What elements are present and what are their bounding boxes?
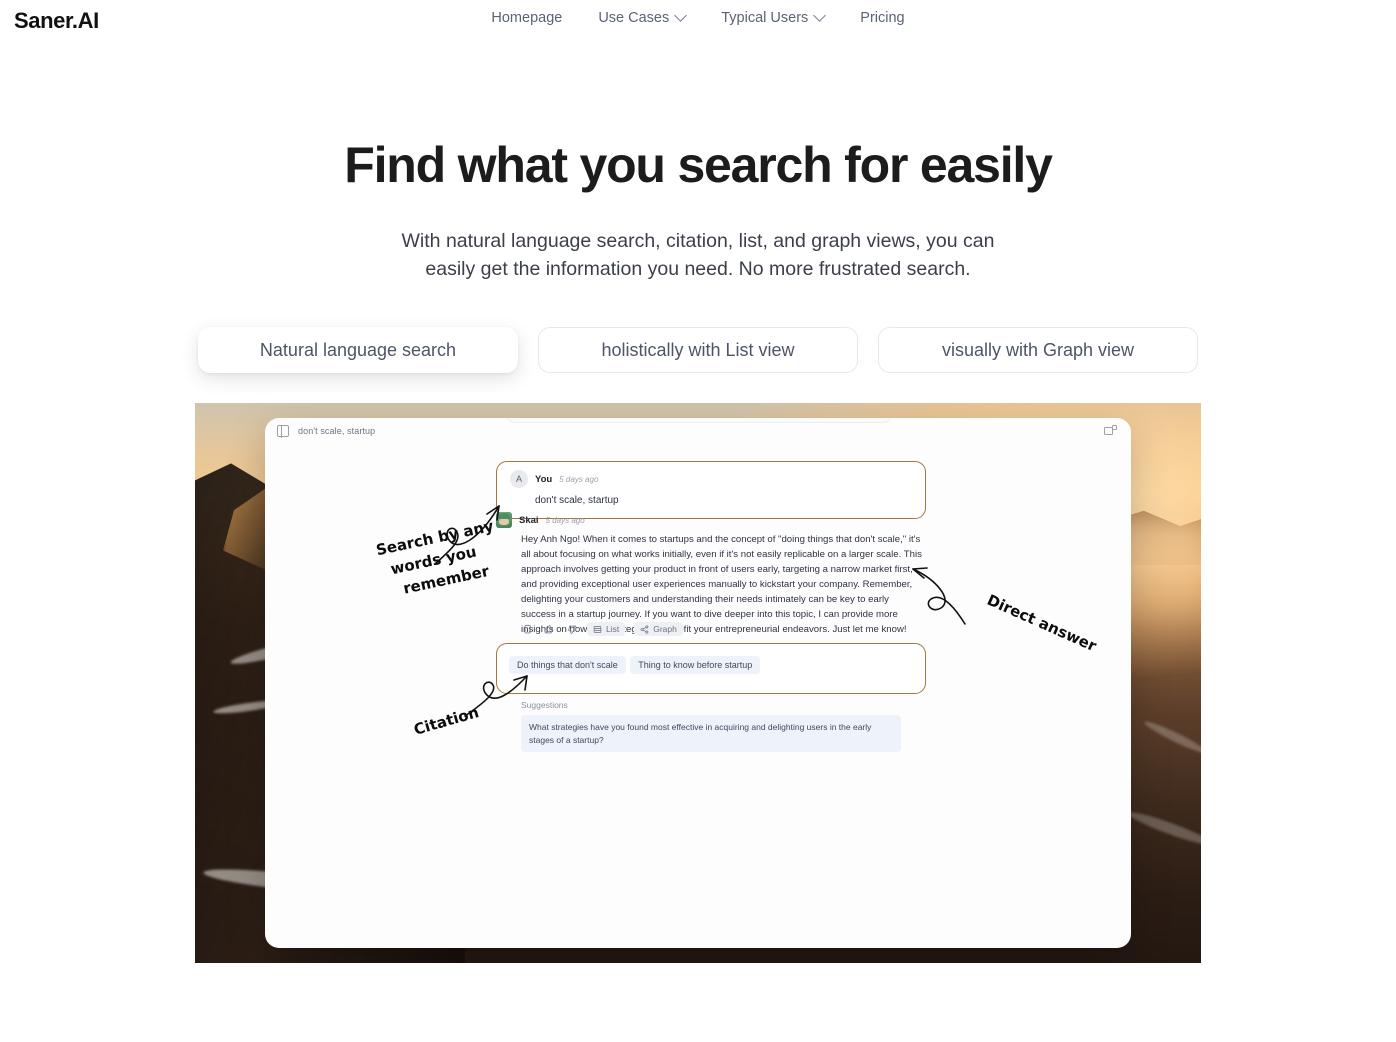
list-view-label: List — [606, 624, 620, 635]
tab-label: holistically with List view — [601, 339, 795, 360]
nav-label: Use Cases — [598, 10, 670, 26]
nav-label: Typical Users — [721, 10, 809, 26]
graph-icon — [640, 625, 649, 634]
chat-area: A You 5 days ago don't scale, startup Sk… — [265, 418, 1131, 752]
new-window-icon[interactable] — [1104, 425, 1117, 436]
showcase-panel: don't scale, startup A You 5 days ago do… — [195, 403, 1201, 964]
suggestions-label: Suggestions — [521, 700, 568, 711]
user-message-text: don't scale, startup — [535, 495, 619, 507]
avatar — [496, 512, 512, 529]
nav-label: Pricing — [860, 10, 905, 26]
new-window-icon-front — [1112, 425, 1117, 431]
site-header: Saner.AI Homepage Use Cases Typical User… — [0, 0, 1396, 42]
chevron-down-icon — [813, 8, 827, 22]
user-message-header: A You 5 days ago — [510, 470, 912, 489]
user-message-card: A You 5 days ago don't scale, startup — [496, 461, 926, 520]
annotation-direct-answer: Direct answer — [984, 591, 1100, 656]
graph-view-label: Graph — [653, 624, 677, 635]
message-timestamp: 5 days ago — [559, 474, 599, 484]
citation-box: Do things that don't scale Thing to know… — [496, 643, 926, 695]
message-action-row: List Graph — [521, 622, 683, 637]
thumbs-up-icon[interactable] — [543, 623, 556, 636]
chat-composer[interactable]: How can I help you? ◉ Skai — [506, 418, 892, 424]
avatar: A — [510, 470, 528, 489]
suggestion-item[interactable]: What strategies have you found most effe… — [521, 715, 901, 752]
list-icon — [593, 625, 602, 633]
nav-item-pricing[interactable]: Pricing — [860, 10, 904, 26]
graph-view-button[interactable]: Graph — [634, 622, 683, 637]
message-timestamp: 5 days ago — [545, 515, 585, 525]
background-snow-streak — [1125, 808, 1201, 850]
annotation-line: words you — [388, 542, 479, 579]
annotation-line: Search by any — [374, 517, 496, 560]
hero-subtitle: With natural language search, citation, … — [0, 228, 1396, 283]
copy-icon[interactable] — [521, 623, 534, 636]
tab-label: Natural language search — [259, 339, 457, 360]
tab-label: visually with Graph view — [941, 339, 1135, 360]
main-nav: Homepage Use Cases Typical Users Pricing — [0, 8, 1396, 26]
thumbs-down-icon[interactable] — [565, 623, 578, 636]
annotation-search-by-words: Search by any words you remember — [374, 517, 495, 598]
ai-message-block: Skai 5 days ago Hey Anh Ngo! When it com… — [496, 512, 926, 638]
panel-toggle-icon[interactable] — [277, 425, 289, 438]
chevron-down-icon — [674, 8, 688, 22]
tab-graph-view[interactable]: visually with Graph view — [878, 327, 1198, 374]
app-screenshot-window: don't scale, startup A You 5 days ago do… — [265, 418, 1131, 949]
feature-tabs: Natural language search holistically wit… — [0, 327, 1396, 374]
hero-subtitle-line-1: With natural language search, citation, … — [401, 230, 995, 252]
citation-chip[interactable]: Thing to know before startup — [630, 656, 761, 675]
background-snow-streak — [1142, 718, 1201, 758]
annotation-citation: Citation — [411, 703, 481, 740]
suggestions-block: Suggestions What strategies have you fou… — [521, 700, 901, 752]
breadcrumb: don't scale, startup — [298, 426, 376, 437]
tab-natural-language-search[interactable]: Natural language search — [198, 327, 518, 374]
message-author: You — [535, 473, 553, 485]
nav-item-typical-users[interactable]: Typical Users — [721, 8, 827, 26]
hero-section: Find what you search for easily With nat… — [0, 137, 1396, 374]
hero-subtitle-line-2: easily get the information you need. No … — [425, 257, 971, 280]
citation-chip[interactable]: Do things that don't scale — [509, 656, 626, 675]
page-title: Find what you search for easily — [344, 137, 1053, 193]
message-author: Skai — [519, 514, 539, 526]
ai-message-header: Skai 5 days ago — [496, 512, 926, 529]
nav-item-homepage[interactable]: Homepage — [491, 10, 562, 26]
nav-label: Homepage — [491, 10, 563, 26]
tab-list-view[interactable]: holistically with List view — [538, 327, 858, 374]
arrow-to-user-message — [434, 505, 500, 566]
nav-item-use-cases[interactable]: Use Cases — [598, 8, 688, 26]
brand-logo[interactable]: Saner.AI — [14, 10, 99, 32]
list-view-button[interactable]: List — [587, 622, 626, 637]
